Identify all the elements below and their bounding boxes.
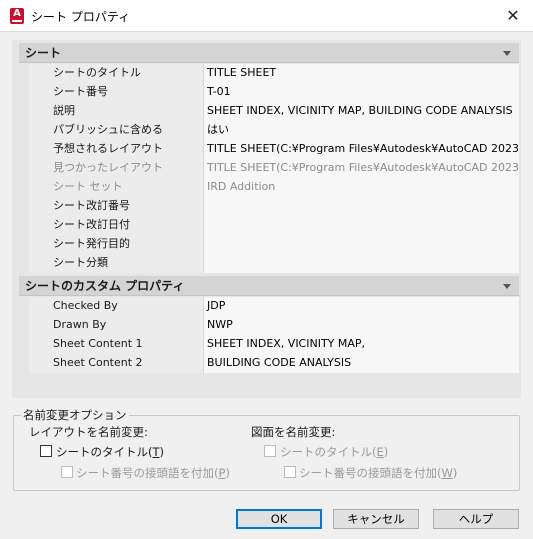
property-label: Sheet Content 2 [29, 354, 204, 373]
property-row[interactable]: シート発行目的 [29, 235, 519, 254]
property-value[interactable]: JDP [204, 297, 519, 316]
property-value[interactable]: T-01 [204, 83, 519, 102]
ok-button[interactable]: OK [236, 509, 322, 529]
property-row[interactable]: 見つかったレイアウト TITLE SHEET(C:¥Program Files¥A… [29, 159, 519, 178]
property-label: 予想されるレイアウト [29, 140, 204, 159]
property-row[interactable]: 説明 SHEET INDEX, VICINITY MAP, BUILDING CO… [29, 102, 519, 121]
property-value[interactable]: TITLE SHEET [204, 64, 519, 83]
property-label: シートのタイトル [29, 64, 204, 83]
property-label: Checked By [29, 297, 204, 316]
section-sheet[interactable]: シート [19, 43, 519, 63]
property-label: シート セット [29, 178, 204, 197]
property-row[interactable]: シート分類 [29, 254, 519, 273]
property-value[interactable] [204, 254, 519, 273]
drawing-rename-heading: 図面を名前変更: [251, 425, 336, 439]
property-label: シート改訂日付 [29, 216, 204, 235]
property-value[interactable]: SHEET INDEX, VICINITY MAP, [204, 335, 519, 354]
close-button[interactable]: ✕ [493, 0, 533, 31]
layout-prefix-checkbox[interactable] [61, 466, 73, 478]
property-label: シート改訂番号 [29, 197, 204, 216]
property-row[interactable]: Sheet Content 2 BUILDING CODE ANALYSIS [29, 354, 519, 373]
property-row[interactable]: シート改訂番号 [29, 197, 519, 216]
window-title: シート プロパティ [31, 10, 131, 24]
drawing-title-label[interactable]: シートのタイトル(E) [280, 444, 388, 460]
property-label: シート番号 [29, 83, 204, 102]
drawing-prefix-checkbox[interactable] [284, 466, 296, 478]
property-row[interactable]: Sheet Content 1 SHEET INDEX, VICINITY MAP… [29, 335, 519, 354]
rename-options-title: 名前変更オプション [21, 407, 129, 423]
property-value[interactable] [204, 216, 519, 235]
section-sheet-label: シート [25, 46, 62, 60]
section-custom-label: シートのカスタム プロパティ [25, 279, 185, 293]
property-label: シート発行目的 [29, 235, 204, 254]
property-row[interactable]: パブリッシュに含める はい [29, 121, 519, 140]
section-custom[interactable]: シートのカスタム プロパティ [19, 276, 519, 296]
property-label: Drawn By [29, 316, 204, 335]
property-row[interactable]: 予想されるレイアウト TITLE SHEET(C:¥Program Files¥A… [29, 140, 519, 159]
property-label: パブリッシュに含める [29, 121, 204, 140]
property-value[interactable]: IRD Addition [204, 178, 519, 197]
property-label: シート分類 [29, 254, 204, 273]
title-bar: A シート プロパティ ✕ [0, 0, 533, 32]
property-row[interactable]: シート セット IRD Addition [29, 178, 519, 197]
cancel-button[interactable]: キャンセル [333, 509, 419, 529]
property-row[interactable]: シートのタイトル TITLE SHEET [29, 64, 519, 83]
property-value[interactable]: TITLE SHEET(C:¥Program Files¥Autodesk¥Au… [204, 159, 519, 178]
property-label: Sheet Content 1 [29, 335, 204, 354]
property-value[interactable]: BUILDING CODE ANALYSIS [204, 354, 519, 373]
property-value[interactable] [204, 197, 519, 216]
sheet-rows: シートのタイトル TITLE SHEET シート番号 T-01 説明 SHEET INDE… [29, 64, 519, 273]
layout-rename-heading: レイアウトを名前変更: [29, 425, 148, 439]
layout-title-label[interactable]: シートのタイトル(T) [56, 444, 164, 460]
property-label: 見つかったレイアウト [29, 159, 204, 178]
property-row[interactable]: シート改訂日付 [29, 216, 519, 235]
layout-title-checkbox[interactable] [40, 445, 52, 457]
chevron-down-icon[interactable] [503, 51, 511, 56]
property-row[interactable]: Checked By JDP [29, 297, 519, 316]
chevron-down-icon[interactable] [503, 284, 511, 289]
custom-rows: Checked By JDP Drawn By NWP Sheet Content 1S… [29, 297, 519, 373]
drawing-title-checkbox[interactable] [264, 445, 276, 457]
property-value[interactable]: はい [204, 121, 519, 140]
layout-prefix-label[interactable]: シート番号の接頭語を付加(P) [76, 465, 230, 481]
property-label: 説明 [29, 102, 204, 121]
help-button[interactable]: ヘルプ [433, 509, 519, 529]
property-value[interactable]: NWP [204, 316, 519, 335]
property-value[interactable] [204, 235, 519, 254]
autocad-app-icon: A [10, 8, 24, 24]
property-value[interactable]: TITLE SHEET(C:¥Program Files¥Autodesk¥Au… [204, 140, 519, 159]
property-row[interactable]: シート番号 T-01 [29, 83, 519, 102]
property-row[interactable]: Drawn By NWP [29, 316, 519, 335]
property-value[interactable]: SHEET INDEX, VICINITY MAP, BUILDING CODE… [204, 102, 519, 121]
drawing-prefix-label[interactable]: シート番号の接頭語を付加(W) [299, 465, 457, 481]
